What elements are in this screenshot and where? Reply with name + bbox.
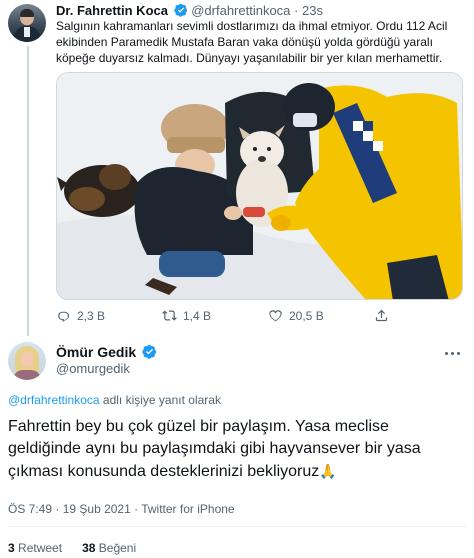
meta-separator: · [52, 502, 63, 516]
like-count-value: 38 [82, 541, 96, 555]
retweet-count-value: 3 [8, 541, 15, 555]
reply-action[interactable]: 2,3 B [56, 308, 105, 323]
tweet-stats: 3 Retweet 38 Beğeni [8, 541, 136, 556]
parent-author-avatar[interactable] [8, 4, 46, 42]
parent-tweet-text: Salgının kahramanları sevimli dostlarımı… [56, 19, 448, 65]
tweet-photo[interactable] [56, 72, 463, 300]
author-handle[interactable]: @omurgedik [56, 361, 130, 377]
replying-to: @drfahrettinkoca adlı kişiye yanıt olara… [8, 393, 221, 408]
retweet-label: Retweet [18, 541, 63, 555]
thread-line [27, 46, 29, 336]
parent-tweet-time[interactable]: 23s [302, 3, 323, 18]
replying-mention-link[interactable]: @drfahrettinkoca [8, 393, 100, 407]
likes-stat[interactable]: 38 Beğeni [82, 541, 136, 555]
tweet-text: Fahrettin bey bu çok güzel bir paylaşım.… [8, 416, 466, 483]
replying-suffix: adlı kişiye yanıt olarak [99, 393, 221, 407]
share-action[interactable] [374, 308, 389, 323]
tweet-text-body: Fahrettin bey bu çok güzel bir paylaşım.… [8, 418, 421, 480]
like-count: 20,5 B [289, 308, 324, 323]
photo-illustration [57, 73, 462, 299]
author-avatar[interactable] [8, 342, 46, 380]
retweets-stat[interactable]: 3 Retweet [8, 541, 62, 555]
tweet-date[interactable]: 19 Şub 2021 [63, 502, 131, 516]
parent-tweet-actions: 2,3 B 1,4 B 20,5 B [56, 308, 464, 326]
parent-author-handle[interactable]: @drfahrettinkoca [191, 3, 290, 18]
more-icon[interactable] [441, 346, 463, 360]
like-action[interactable]: 20,5 B [268, 308, 324, 323]
tweet-meta: ÖS 7:49 · 19 Şub 2021 · Twitter for iPho… [8, 502, 235, 517]
retweet-action[interactable]: 1,4 B [162, 308, 211, 323]
like-label: Beğeni [98, 541, 137, 555]
header-separator: · [294, 3, 299, 18]
reply-icon [58, 311, 70, 322]
tweet-time[interactable]: ÖS 7:49 [8, 502, 52, 516]
pray-emoji: 🙏 [319, 463, 337, 479]
retweet-count: 1,4 B [183, 308, 212, 323]
parent-author-name[interactable]: Dr. Fahrettin Koca [56, 3, 168, 18]
meta-separator: · [130, 502, 142, 516]
divider [8, 526, 466, 527]
tweet-source[interactable]: Twitter for iPhone [141, 502, 234, 516]
share-icon [375, 309, 388, 322]
parent-tweet[interactable]: Dr. Fahrettin Koca @drfahrettinkoca · 23… [0, 0, 474, 336]
reply-count: 2,3 B [77, 308, 106, 323]
verified-badge-icon [142, 344, 157, 363]
author-name[interactable]: Ömür Gedik [56, 344, 136, 360]
like-icon [269, 310, 282, 322]
retweet-icon [162, 310, 177, 321]
